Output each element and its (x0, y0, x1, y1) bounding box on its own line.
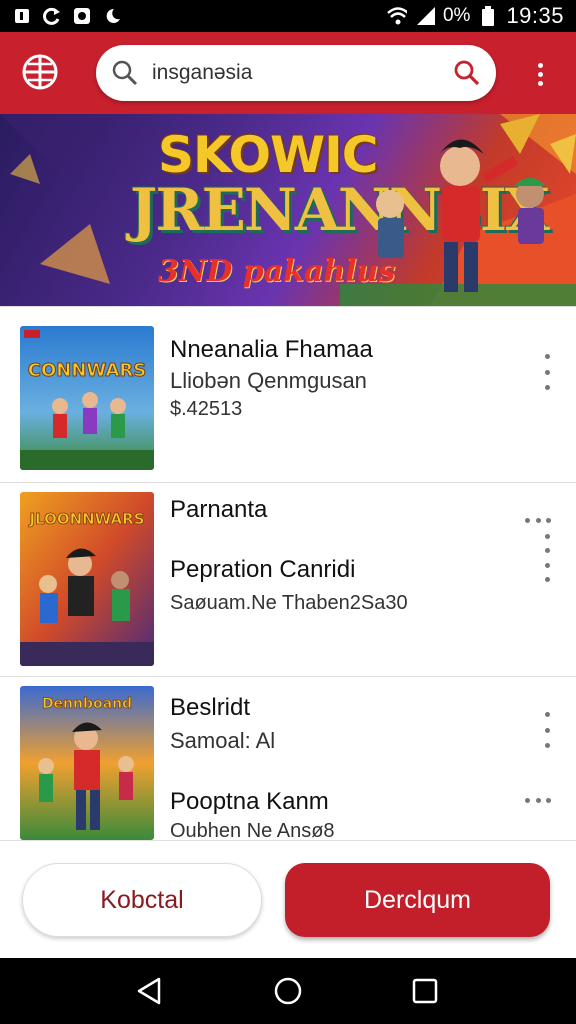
moon-icon (102, 6, 122, 26)
search-icon (110, 58, 140, 88)
sync-icon (42, 6, 62, 26)
notification-icon (12, 6, 32, 26)
primary-button[interactable]: Derclqum (285, 863, 550, 937)
battery-percent: 0% (442, 5, 471, 26)
promo-banner[interactable]: SKOWIC JRENANNSIX 3ND pakahlus (0, 114, 576, 306)
bottom-action-bar: Kobctal Derclqum (0, 840, 576, 958)
game-thumbnail[interactable]: CONNWARS (20, 326, 154, 470)
system-nav-bar (0, 958, 576, 1024)
list-item[interactable]: CONNWARS Nneanalia Fhamaa Lliobən Qenmgu… (0, 326, 576, 472)
item-meta: Oubhen Ne Ansø8 (170, 820, 335, 840)
list-item[interactable]: JLOONNWARS Parnanta Pepration Canridi Sa… (0, 492, 576, 668)
game-thumbnail[interactable]: JLOONNWARS (20, 492, 154, 666)
status-bar: 0% 19:35 (0, 0, 576, 32)
search-submit-icon[interactable] (452, 58, 482, 88)
banner-characters (376, 114, 576, 292)
item-subtitle: Samoal: Al (170, 728, 276, 753)
list-divider (0, 482, 576, 483)
game-thumbnail[interactable]: Dennboand (20, 686, 154, 840)
item-title: Nneanalia Fhamaa (170, 336, 373, 363)
item-subtitle: Pepration Canridi (170, 556, 356, 583)
search-input[interactable]: insganəsia (140, 61, 452, 85)
globe-icon[interactable] (20, 52, 60, 92)
list-item[interactable]: Dennboand Beslridt Samoal: Al Pooptna Ka… (0, 686, 576, 840)
battery-icon (478, 6, 498, 26)
item-title: Beslridt (170, 694, 251, 721)
svg-text:CONNWARS: CONNWARS (28, 360, 146, 381)
item-more-icon[interactable] (542, 534, 552, 582)
item-meta: Saøuam.Ne Thaben2Sa30 (170, 592, 408, 614)
app-bar: insganəsia (0, 32, 576, 114)
status-time: 19:35 (506, 3, 564, 28)
recents-icon[interactable] (410, 976, 440, 1006)
item-title-secondary: Pooptna Kanm (170, 788, 329, 815)
item-more-icon[interactable] (542, 712, 552, 748)
item-price: $.42513 (170, 398, 243, 420)
search-bar[interactable]: insganəsia (96, 45, 496, 101)
svg-text:Dennboand: Dennboand (42, 696, 132, 712)
svg-text:JLOONNWARS: JLOONNWARS (28, 510, 144, 528)
item-more-horizontal-icon[interactable] (525, 798, 551, 804)
back-icon[interactable] (135, 976, 165, 1006)
item-subtitle: Lliobən Qenmgusan (170, 368, 367, 393)
item-more-icon[interactable] (542, 354, 552, 390)
secondary-button[interactable]: Kobctal (22, 863, 262, 937)
list-divider (0, 306, 576, 307)
results-list: CONNWARS Nneanalia Fhamaa Lliobən Qenmgu… (0, 306, 576, 840)
item-more-horizontal-icon[interactable] (525, 518, 551, 524)
wifi-icon (387, 6, 407, 26)
signal-icon (415, 6, 435, 26)
list-divider (0, 676, 576, 677)
item-title: Parnanta (170, 496, 268, 523)
home-icon[interactable] (273, 976, 303, 1006)
photo-icon (72, 6, 92, 26)
more-vert-icon[interactable] (528, 58, 552, 90)
